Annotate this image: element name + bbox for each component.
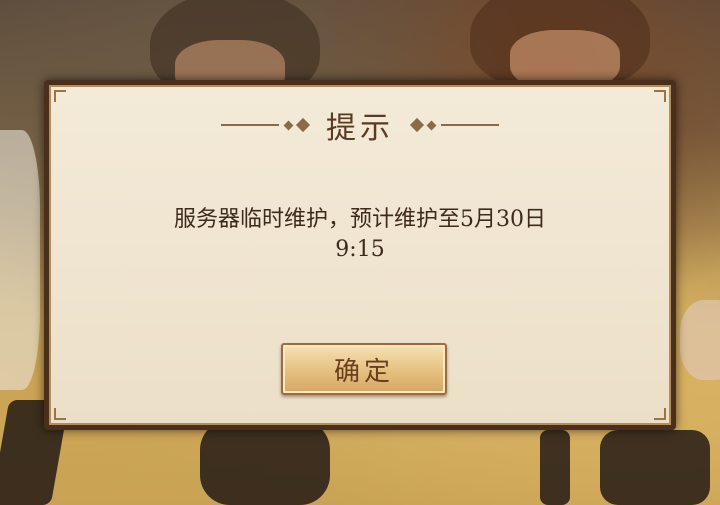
title-ornament-right-icon (409, 117, 499, 133)
confirm-button[interactable]: 确定 (281, 343, 447, 395)
corner-ornament-icon (654, 408, 666, 420)
background-calligraphy (540, 430, 570, 505)
background-calligraphy (200, 420, 330, 505)
confirm-button-label: 确定 (333, 356, 394, 387)
game-screen: 提示 服务器临时维护，预计维护至5月30日 9:15 确定 (0, 0, 720, 505)
background-cloth-left (0, 130, 40, 390)
background-calligraphy (600, 430, 710, 505)
message-line: 9:15 (335, 237, 385, 262)
diamond-icon (283, 120, 294, 130)
notice-dialog: 提示 服务器临时维护，预计维护至5月30日 9:15 确定 (44, 80, 676, 430)
dialog-panel: 提示 服务器临时维护，预计维护至5月30日 9:15 确定 (49, 85, 671, 425)
background-hand-right (680, 300, 720, 380)
corner-ornament-icon (54, 90, 66, 102)
dialog-header: 提示 (51, 105, 669, 146)
title-ornament-left-icon (221, 117, 311, 133)
corner-ornament-icon (54, 408, 66, 420)
dialog-title: 提示 (326, 111, 394, 146)
diamond-icon (426, 120, 437, 130)
message-line: 服务器临时维护，预计维护至5月30日 (174, 207, 546, 232)
diamond-icon (295, 117, 311, 133)
diamond-icon (409, 117, 425, 133)
dialog-message: 服务器临时维护，预计维护至5月30日 9:15 (91, 205, 629, 265)
corner-ornament-icon (654, 90, 666, 102)
